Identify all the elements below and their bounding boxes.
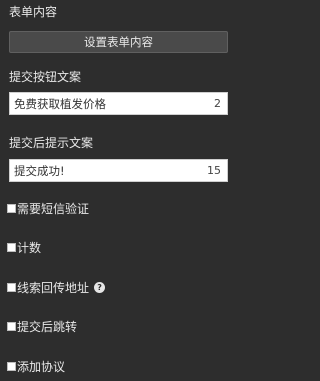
sms-verify-label: 需要短信验证 (17, 202, 90, 216)
counter-checkbox[interactable] (7, 243, 16, 252)
submit-button-text-field[interactable]: 免费获取植发价格 2 (9, 92, 228, 115)
form-settings-panel: 表单内容 设置表单内容 提交按钮文案 免费获取植发价格 2 提交后提示文案 提交… (0, 0, 239, 381)
agreement-option[interactable]: 添加协议 (7, 358, 65, 375)
agreement-checkbox[interactable] (7, 362, 16, 371)
after-submit-text-field[interactable]: 提交成功! 15 (9, 159, 228, 182)
lead-return-checkbox[interactable] (7, 283, 16, 292)
submit-button-text-count: 2 (214, 97, 221, 110)
redirect-checkbox[interactable] (7, 322, 16, 331)
after-submit-text-value: 提交成功! (14, 163, 65, 178)
sms-verify-checkbox[interactable] (7, 204, 16, 213)
set-form-content-button[interactable]: 设置表单内容 (9, 31, 228, 53)
lead-return-label: 线索回传地址 (17, 281, 90, 295)
redirect-option[interactable]: 提交后跳转 (7, 318, 77, 335)
counter-label: 计数 (17, 241, 42, 255)
sms-verify-option[interactable]: 需要短信验证 (7, 200, 89, 217)
submit-button-text-title: 提交按钮文案 (9, 70, 82, 84)
after-submit-text-count: 15 (207, 164, 221, 177)
lead-return-option[interactable]: 线索回传地址 ? (7, 279, 106, 296)
submit-button-text-value: 免费获取植发价格 (14, 96, 106, 111)
counter-option[interactable]: 计数 (7, 239, 41, 256)
form-content-title: 表单内容 (9, 5, 58, 19)
help-icon[interactable]: ? (94, 282, 106, 293)
after-submit-text-title: 提交后提示文案 (9, 136, 94, 150)
redirect-label: 提交后跳转 (17, 320, 78, 334)
agreement-label: 添加协议 (17, 360, 66, 374)
